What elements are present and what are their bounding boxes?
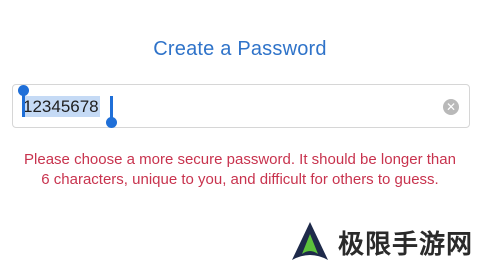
password-error-message: Please choose a more secure password. It… — [24, 151, 456, 188]
clear-icon[interactable]: ✕ — [443, 99, 459, 115]
page-title: Create a Password — [153, 38, 327, 60]
watermark-text: 极限手游网 — [338, 229, 474, 260]
selection-end-handle[interactable] — [106, 96, 117, 128]
watermark: 极限手游网 — [290, 220, 473, 264]
triangle-logo-icon — [290, 220, 330, 264]
password-value[interactable]: 12345678 — [22, 96, 100, 117]
password-field[interactable]: 12345678 ✕ — [12, 84, 470, 128]
selection-start-handle[interactable] — [18, 85, 29, 117]
